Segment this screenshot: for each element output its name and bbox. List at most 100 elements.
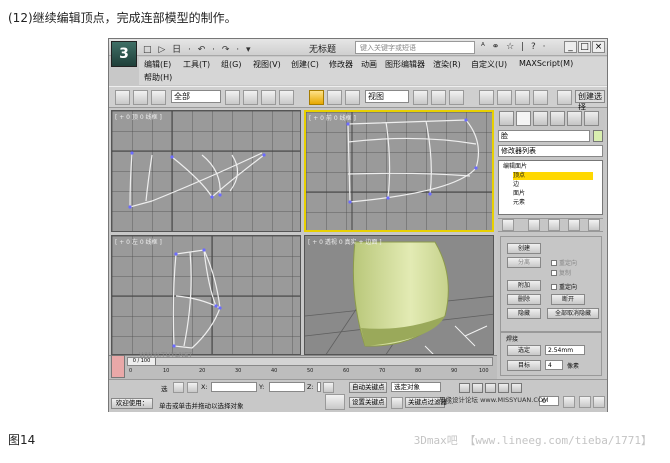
pin-stack-icon[interactable] bbox=[502, 219, 514, 231]
menu-tools[interactable]: 工具(T) bbox=[183, 59, 210, 70]
target-pixels-spinner[interactable]: 4 bbox=[545, 360, 563, 370]
menu-help[interactable]: 帮助(H) bbox=[144, 72, 172, 83]
menu-maxscript[interactable]: MAXScript(M) bbox=[519, 59, 573, 68]
weld-selected-button[interactable]: 选定 bbox=[507, 345, 541, 356]
viewport-top[interactable]: [ + 0 顶 0 线框 ] bbox=[111, 110, 301, 232]
object-name-input[interactable]: 脸 bbox=[498, 130, 590, 142]
unhide-all-button[interactable]: 全部取消隐藏 bbox=[547, 308, 599, 319]
spinner-snap-icon[interactable] bbox=[533, 90, 548, 105]
window-crossing-icon[interactable] bbox=[279, 90, 294, 105]
split-button[interactable]: 分离 bbox=[507, 257, 541, 268]
play-icon[interactable] bbox=[485, 383, 496, 393]
stack-item-edge[interactable]: 边 bbox=[513, 181, 593, 189]
menu-graph-editors[interactable]: 图形编辑器 bbox=[385, 59, 425, 70]
grid-icon[interactable] bbox=[323, 382, 334, 393]
go-to-start-icon[interactable] bbox=[459, 383, 470, 393]
remove-modifier-icon[interactable] bbox=[568, 219, 580, 231]
key-icon[interactable] bbox=[391, 397, 403, 409]
menu-views[interactable]: 视图(V) bbox=[253, 59, 281, 70]
break-button[interactable]: 断开 bbox=[551, 294, 585, 305]
zoom-icon[interactable] bbox=[579, 396, 591, 408]
percent-snap-icon[interactable] bbox=[515, 90, 530, 105]
redirect-checkbox[interactable]: 重定向 bbox=[551, 258, 577, 267]
minimize-button[interactable]: _ bbox=[564, 41, 577, 53]
stack-item-patch[interactable]: 面片 bbox=[513, 190, 593, 198]
create-button[interactable]: 创建 bbox=[507, 243, 541, 254]
modify-tab-icon[interactable] bbox=[516, 111, 531, 126]
menu-edit[interactable]: 编辑(E) bbox=[144, 59, 171, 70]
attach-button[interactable]: 附加 bbox=[507, 280, 541, 291]
pivot-center-icon[interactable] bbox=[413, 90, 428, 105]
viewport-front[interactable]: [ + 0 前 0 线框 ] bbox=[304, 110, 494, 232]
x-coord-input[interactable] bbox=[211, 382, 257, 392]
hide-button[interactable]: 隐藏 bbox=[507, 308, 541, 319]
angle-snap-icon[interactable] bbox=[497, 90, 512, 105]
search-input[interactable]: 键入关键字或短语 bbox=[355, 41, 475, 54]
close-button[interactable]: × bbox=[592, 41, 605, 53]
time-slider-handle[interactable]: 0 / 100 bbox=[128, 358, 156, 365]
infocenter-icons[interactable]: ᴬ ⚭ ☆ | ? · bbox=[481, 42, 547, 52]
bind-space-warp-icon[interactable] bbox=[151, 90, 166, 105]
menu-customize[interactable]: 自定义(U) bbox=[471, 59, 507, 70]
utilities-tab-icon[interactable] bbox=[584, 111, 599, 126]
menu-rendering[interactable]: 渲染(R) bbox=[433, 59, 461, 70]
viewport-label[interactable]: [ + 0 左 0 线框 ] bbox=[115, 237, 162, 246]
select-by-name-icon[interactable] bbox=[243, 90, 258, 105]
unlink-icon[interactable] bbox=[133, 90, 148, 105]
target-weld-button[interactable]: 目标 bbox=[507, 360, 541, 371]
show-end-result-icon[interactable] bbox=[528, 219, 540, 231]
menu-animation[interactable]: 动画 bbox=[361, 59, 377, 70]
keyboard-shortcut-icon[interactable] bbox=[449, 90, 464, 105]
modifier-list-dropdown[interactable]: 修改器列表 bbox=[498, 145, 603, 157]
reorient-checkbox[interactable]: 重定向 bbox=[551, 282, 577, 291]
selection-filter-dropdown[interactable]: 全部 bbox=[171, 90, 221, 103]
maxscript-welcome[interactable]: 欢迎使用： bbox=[111, 398, 153, 409]
weld-threshold-spinner[interactable]: 2.54mm bbox=[545, 345, 585, 355]
previous-frame-icon[interactable] bbox=[472, 383, 483, 393]
select-manipulate-icon[interactable] bbox=[431, 90, 446, 105]
menu-group[interactable]: 组(G) bbox=[221, 59, 241, 70]
display-tab-icon[interactable] bbox=[567, 111, 582, 126]
rotate-icon[interactable] bbox=[327, 90, 342, 105]
stack-item-vertex[interactable]: 顶点 bbox=[513, 172, 593, 180]
app-logo-button[interactable]: 3 bbox=[111, 41, 137, 67]
viewport-label[interactable]: [ + 0 前 0 线框 ] bbox=[309, 113, 356, 122]
menu-create[interactable]: 创建(C) bbox=[291, 59, 319, 70]
key-filter-dropdown[interactable]: 选定对象 bbox=[391, 382, 441, 392]
maximize-button[interactable]: □ bbox=[578, 41, 591, 53]
viewport-left[interactable]: [ + 0 左 0 线框 ] bbox=[111, 235, 301, 355]
create-tab-icon[interactable] bbox=[499, 111, 514, 126]
absolute-mode-icon[interactable] bbox=[187, 382, 198, 393]
viewport-label[interactable]: [ + 0 透视 0 真实 + 边面 ] bbox=[308, 237, 382, 246]
copy-checkbox[interactable]: 复制 bbox=[551, 268, 571, 277]
named-selection-set[interactable]: 创建选择 bbox=[575, 90, 605, 112]
make-unique-icon[interactable] bbox=[548, 219, 560, 231]
menu-modifiers[interactable]: 修改器 bbox=[329, 59, 353, 70]
time-config-icon[interactable] bbox=[563, 396, 575, 408]
next-frame-icon[interactable] bbox=[498, 383, 509, 393]
motion-tab-icon[interactable] bbox=[550, 111, 565, 126]
quick-access-toolbar[interactable]: □ ▷ 日 · ↶ · ↷ · ▾ bbox=[143, 42, 253, 55]
object-color-swatch[interactable] bbox=[593, 130, 603, 142]
scale-icon[interactable] bbox=[345, 90, 360, 105]
region-select-icon[interactable] bbox=[261, 90, 276, 105]
key-mode-icon[interactable] bbox=[325, 394, 345, 410]
configure-sets-icon[interactable] bbox=[588, 219, 600, 231]
hierarchy-tab-icon[interactable] bbox=[533, 111, 548, 126]
move-icon[interactable] bbox=[309, 90, 324, 105]
edit-named-selection-icon[interactable] bbox=[557, 90, 572, 105]
select-object-icon[interactable] bbox=[225, 90, 240, 105]
auto-key-button[interactable]: 自动关键点 bbox=[349, 382, 387, 393]
z-coord-input[interactable] bbox=[317, 382, 321, 392]
stack-item-element[interactable]: 元素 bbox=[513, 199, 593, 207]
snap-toggle-icon[interactable] bbox=[479, 90, 494, 105]
stack-item-edit-patch[interactable]: 编辑面片 bbox=[503, 163, 583, 171]
reference-coord-dropdown[interactable]: 视图 bbox=[365, 90, 409, 103]
go-to-end-icon[interactable] bbox=[511, 383, 522, 393]
pan-icon[interactable] bbox=[593, 396, 605, 408]
maxscript-listener-icon[interactable] bbox=[111, 355, 125, 378]
delete-button[interactable]: 删除 bbox=[507, 294, 541, 305]
link-icon[interactable] bbox=[115, 90, 130, 105]
viewport-label[interactable]: [ + 0 顶 0 线框 ] bbox=[115, 112, 162, 121]
set-key-button[interactable]: 设置关键点 bbox=[349, 397, 387, 408]
